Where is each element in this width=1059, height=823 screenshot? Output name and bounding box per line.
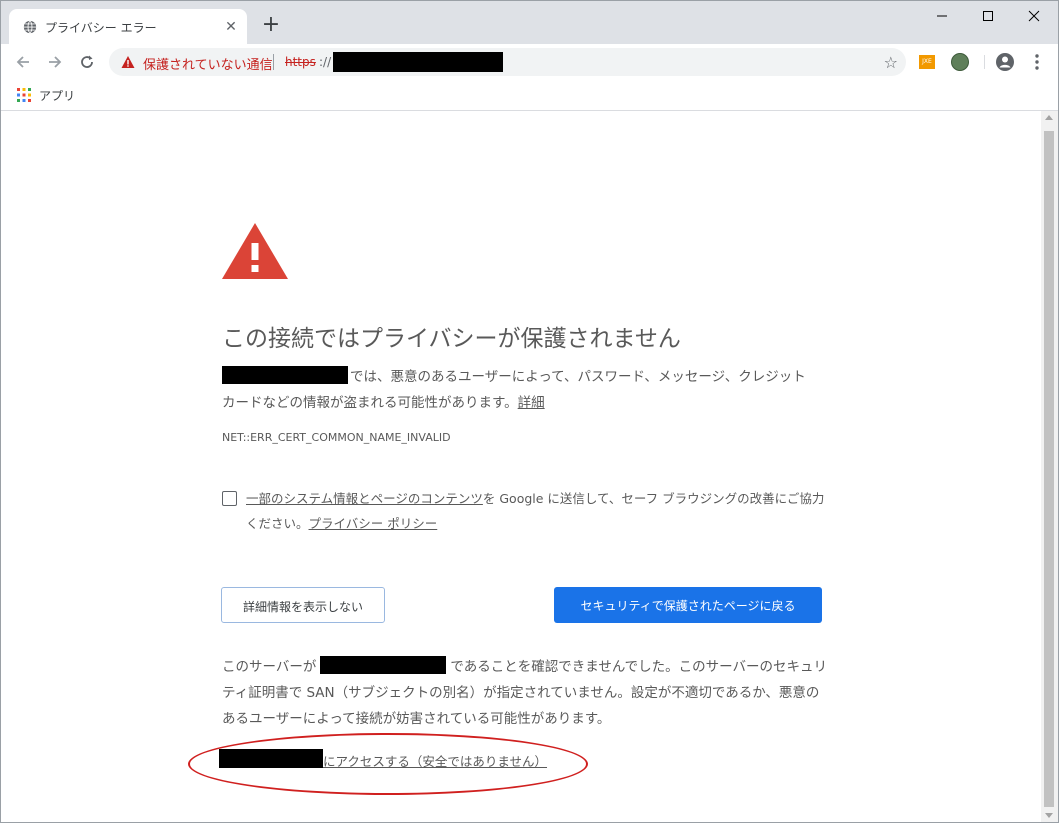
apps-bookmark[interactable]: アプリ (39, 87, 75, 104)
hide-details-button[interactable]: 詳細情報を表示しない (221, 587, 385, 623)
intro-paragraph: では、悪意のあるユーザーによって、パスワード、メッセージ、クレジット カードなど… (222, 364, 822, 416)
details-prefix: このサーバーが (222, 659, 317, 675)
redacted-hostname-2 (320, 656, 447, 674)
privacy-policy-link[interactable]: プライバシー ポリシー (309, 516, 438, 531)
page-content: この接続ではプライバシーが保護されません では、悪意のあるユーザーによって、パス… (1, 111, 1041, 822)
url-scheme: https (285, 55, 316, 69)
arrow-left-icon (16, 56, 29, 68)
system-info-link[interactable]: 一部のシステム情報とページのコンテンツ (246, 491, 483, 506)
annotation-ellipse (188, 733, 588, 795)
url-separator: :// (319, 55, 332, 69)
details-paragraph: このサーバーが であることを確認できませんでした。このサーバーのセキュリティ証明書… (222, 654, 832, 732)
profile-icon[interactable] (995, 52, 1015, 72)
error-code: NET::ERR_CERT_COMMON_NAME_INVALID (222, 431, 451, 444)
warning-triangle-icon (222, 223, 288, 279)
scroll-up-arrow-icon[interactable] (1045, 115, 1053, 120)
bookmark-star-icon[interactable]: ☆ (884, 53, 898, 72)
tab-title: プライバシー エラー (45, 21, 157, 35)
vertical-scrollbar[interactable] (1041, 111, 1058, 822)
safe-browsing-optin-text: 一部のシステム情報とページのコンテンツを Google に送信して、セーフ ブラ… (246, 486, 826, 536)
minimize-icon (937, 15, 947, 17)
new-tab-button[interactable]: + (259, 14, 283, 38)
warning-icon (121, 56, 135, 68)
tab-close-icon[interactable]: ✕ (223, 19, 239, 35)
omnibox-divider (273, 54, 274, 70)
not-secure-label[interactable]: 保護されていない通信 (143, 54, 273, 73)
minimize-button[interactable] (919, 1, 965, 31)
scroll-down-arrow-icon[interactable] (1045, 813, 1053, 818)
toolbar-divider (984, 55, 985, 69)
page-title: この接続ではプライバシーが保護されません (222, 326, 681, 352)
toolbar: 保護されていない通信 https :// ☆ JXE (1, 44, 1058, 80)
address-bar[interactable]: 保護されていない通信 https :// ☆ (109, 48, 906, 76)
globe-icon (23, 20, 37, 34)
maximize-icon (983, 11, 993, 21)
arrow-right-icon (49, 56, 62, 68)
close-icon (1028, 10, 1040, 22)
close-window-button[interactable] (1011, 1, 1057, 31)
maximize-button[interactable] (965, 1, 1011, 31)
learn-more-link[interactable]: 詳細 (518, 395, 545, 411)
apps-grid-icon[interactable] (17, 88, 31, 102)
back-button[interactable] (9, 48, 37, 76)
redacted-url (333, 52, 503, 72)
extension-green-icon[interactable] (951, 53, 969, 71)
redacted-hostname (222, 366, 348, 384)
tab-privacy-error[interactable]: プライバシー エラー ✕ (9, 9, 247, 44)
menu-kebab-icon[interactable] (1027, 52, 1047, 72)
bookmarks-bar: アプリ (1, 80, 1058, 111)
reload-button[interactable] (73, 48, 101, 76)
tab-strip: プライバシー エラー ✕ + (1, 1, 1058, 44)
forward-button[interactable] (41, 48, 69, 76)
back-to-safety-button[interactable]: セキュリティで保護されたページに戻る (554, 587, 822, 623)
scroll-thumb[interactable] (1044, 131, 1054, 807)
browser-window: プライバシー エラー ✕ + 保護されていない通信 https:// ☆ JX… (0, 0, 1059, 823)
safe-browsing-checkbox[interactable] (222, 491, 237, 506)
reload-icon (81, 55, 93, 68)
extension-icon[interactable]: JXE (919, 55, 935, 69)
